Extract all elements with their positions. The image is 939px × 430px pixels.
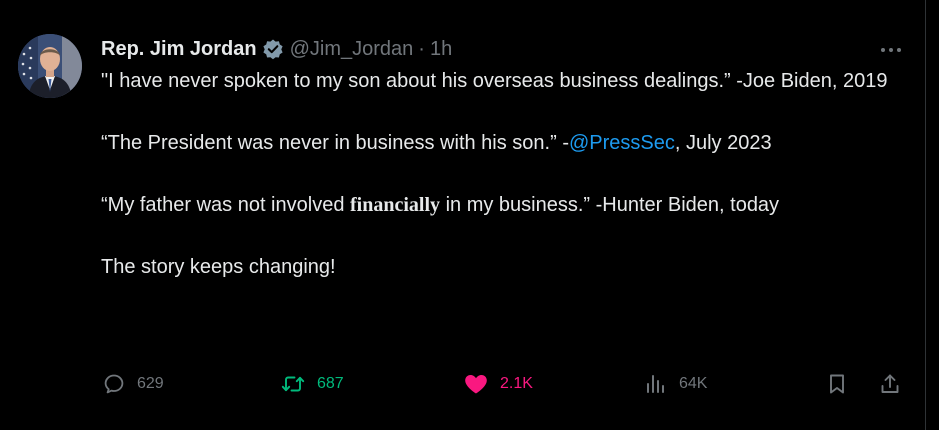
like-count: 2.1K [500, 375, 533, 392]
mention-link[interactable]: @PressSec [569, 132, 675, 154]
bookmark-button[interactable] [825, 368, 849, 400]
reply-button[interactable]: 629 [102, 368, 164, 400]
avatar-photo [18, 34, 82, 98]
like-button[interactable]: 2.1K [463, 368, 533, 400]
tweet-paragraph: The story keeps changing! [101, 252, 911, 283]
share-icon [881, 374, 899, 393]
tweet-header: Rep. Jim Jordan @Jim_Jordan · 1h [101, 34, 452, 64]
reply-icon [104, 374, 124, 394]
text-span: "I have never spoken to my son about his… [101, 70, 888, 92]
text-span: “My father was not involved [101, 194, 350, 216]
tweet-timestamp[interactable]: 1h [430, 38, 452, 61]
tweet-text: "I have never spoken to my son about his… [101, 66, 911, 283]
text-span: “The President was never in business wit… [101, 132, 569, 154]
avatar[interactable] [18, 34, 82, 98]
reply-count: 629 [137, 375, 164, 392]
author-name[interactable]: Rep. Jim Jordan [101, 38, 257, 61]
verified-badge-icon[interactable] [262, 38, 284, 60]
retweet-button[interactable]: 687 [280, 368, 344, 400]
text-span: The story keeps changing! [101, 256, 336, 278]
tweet[interactable]: Rep. Jim Jordan @Jim_Jordan · 1h "I have… [0, 0, 926, 430]
text-span: , July 2023 [674, 132, 772, 154]
views-count: 64K [679, 375, 708, 392]
bold-text: financially [350, 194, 441, 216]
views-icon [647, 375, 664, 393]
retweet-icon [281, 376, 305, 392]
retweet-count: 687 [317, 375, 344, 392]
tweet-paragraph: “The President was never in business wit… [101, 128, 911, 159]
like-icon [465, 375, 487, 394]
tweet-paragraph: "I have never spoken to my son about his… [101, 66, 911, 97]
action-bar: 629 687 2.1K 64K [100, 368, 910, 400]
tweet-paragraph: “My father was not involved financially … [101, 190, 911, 221]
bookmark-icon [830, 374, 844, 394]
text-span: in my business.” -Hunter Biden, today [440, 194, 780, 216]
header-separator: · [418, 37, 425, 60]
more-options-icon[interactable] [878, 40, 904, 60]
views-button[interactable]: 64K [644, 368, 707, 400]
share-button[interactable] [878, 368, 902, 400]
author-handle[interactable]: @Jim_Jordan [290, 38, 414, 61]
